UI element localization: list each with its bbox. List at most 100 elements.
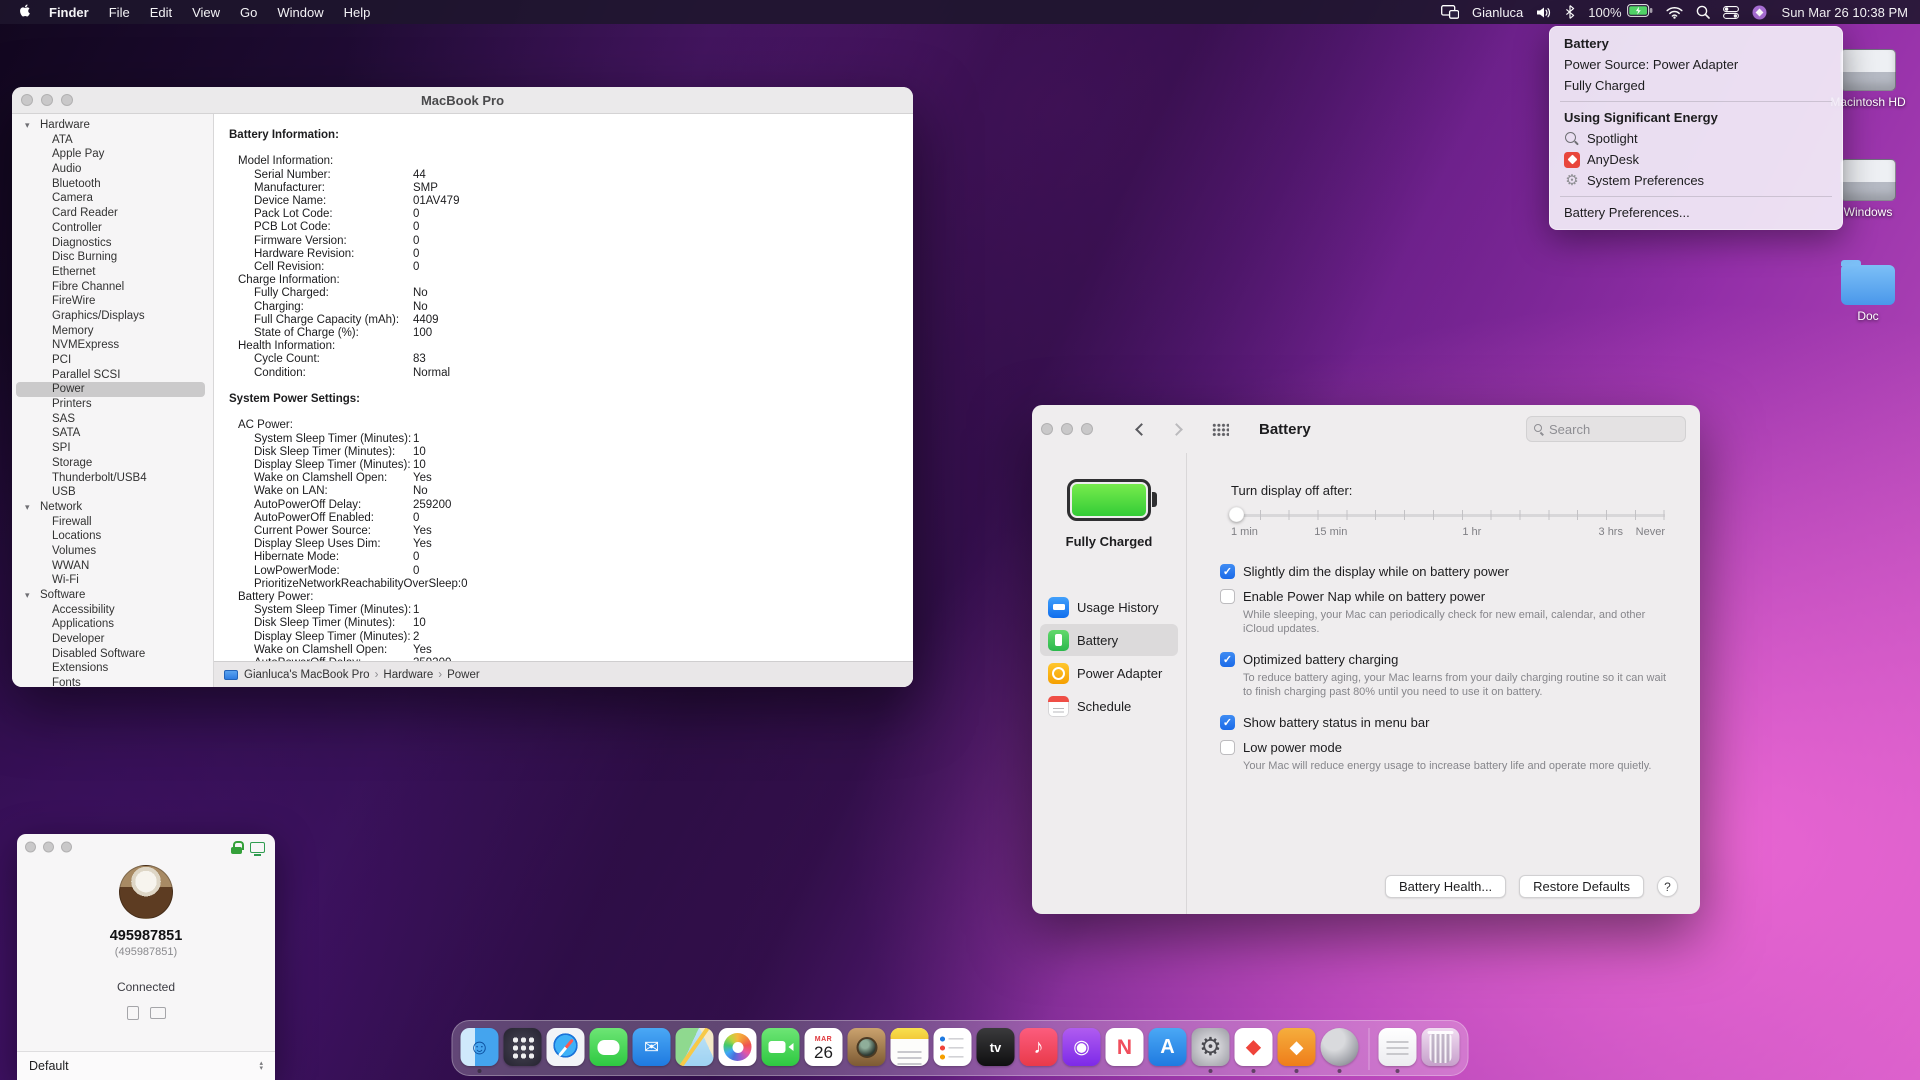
- remote-display-icon[interactable]: [250, 842, 265, 853]
- checkbox[interactable]: [1220, 740, 1235, 755]
- battery-preferences-item[interactable]: Battery Preferences...: [1550, 202, 1842, 223]
- dock-trash[interactable]: [1422, 1028, 1460, 1066]
- display-off-slider[interactable]: [1231, 510, 1665, 520]
- checkbox-dim-display[interactable]: Slightly dim the display while on batter…: [1220, 563, 1678, 580]
- dock-messages[interactable]: [590, 1028, 628, 1066]
- menu-finder[interactable]: Finder: [39, 0, 99, 24]
- checkbox[interactable]: [1220, 652, 1235, 667]
- anydesk-menu-icon[interactable]: [1752, 5, 1767, 20]
- bluetooth-icon[interactable]: [1565, 5, 1575, 19]
- fast-user-switching-label[interactable]: Gianluca: [1472, 5, 1523, 20]
- desktop-icon-doc[interactable]: Doc: [1830, 261, 1906, 323]
- sidebar-item[interactable]: NVMExpress: [12, 338, 213, 353]
- sidebar-item-battery[interactable]: Battery: [1040, 624, 1178, 656]
- sidebar-item[interactable]: Thunderbolt/USB4: [12, 471, 213, 486]
- help-button[interactable]: ?: [1657, 876, 1678, 897]
- energy-app-system-preferences[interactable]: System Preferences: [1550, 170, 1842, 191]
- close-button[interactable]: [1041, 423, 1053, 435]
- menu-bar-clock[interactable]: Sun Mar 26 10:38 PM: [1780, 5, 1908, 20]
- slider-thumb[interactable]: [1229, 507, 1244, 522]
- sidebar-item[interactable]: Volumes: [12, 544, 213, 559]
- secure-connection-icon[interactable]: [231, 841, 242, 854]
- control-center-icon[interactable]: [1723, 6, 1739, 19]
- dock-mail[interactable]: ✉: [633, 1028, 671, 1066]
- sidebar-item[interactable]: Disabled Software: [12, 647, 213, 662]
- sidebar-item[interactable]: Fibre Channel: [12, 280, 213, 295]
- sidebar-item[interactable]: Wi-Fi: [12, 573, 213, 588]
- apple-menu[interactable]: [16, 0, 39, 24]
- sidebar-item[interactable]: Accessibility: [12, 603, 213, 618]
- screen-mirroring-icon[interactable]: [1441, 5, 1459, 19]
- forward-button[interactable]: [1172, 423, 1184, 435]
- dock-gray-app[interactable]: [1321, 1028, 1359, 1066]
- sidebar-item[interactable]: Apple Pay: [12, 147, 213, 162]
- dock-launchpad[interactable]: [504, 1028, 542, 1066]
- sidebar-item[interactable]: Extensions: [12, 661, 213, 676]
- menu-window[interactable]: Window: [267, 0, 333, 24]
- checkbox[interactable]: [1220, 715, 1235, 730]
- search-field[interactable]: [1526, 416, 1686, 442]
- sidebar-item[interactable]: Power: [16, 382, 205, 397]
- dock-anydesk[interactable]: ◆: [1235, 1028, 1273, 1066]
- sidebar-item[interactable]: Graphics/Displays: [12, 309, 213, 324]
- dock-photo-booth[interactable]: [848, 1028, 886, 1066]
- sidebar-item[interactable]: Audio: [12, 162, 213, 177]
- minimize-button[interactable]: [1061, 423, 1073, 435]
- menu-view[interactable]: View: [182, 0, 230, 24]
- battery-health-button[interactable]: Battery Health...: [1385, 875, 1506, 898]
- window-titlebar[interactable]: [17, 834, 275, 860]
- dock-white-app[interactable]: [1379, 1028, 1417, 1066]
- sidebar-item[interactable]: Ethernet: [12, 265, 213, 280]
- dock-notes[interactable]: [891, 1028, 929, 1066]
- search-input[interactable]: [1549, 422, 1678, 437]
- sidebar-item[interactable]: Storage: [12, 456, 213, 471]
- zoom-button[interactable]: [61, 842, 72, 853]
- spotlight-icon[interactable]: [1696, 5, 1710, 19]
- dock-tv[interactable]: tv: [977, 1028, 1015, 1066]
- dock-finder[interactable]: ☺: [461, 1028, 499, 1066]
- profile-selector[interactable]: Default: [17, 1051, 275, 1080]
- checkbox-battery-status-menu-bar[interactable]: Show battery status in menu bar: [1220, 714, 1678, 731]
- sidebar-item[interactable]: ATA: [12, 133, 213, 148]
- energy-app-anydesk[interactable]: AnyDesk: [1550, 149, 1842, 170]
- sidebar-item[interactable]: Controller: [12, 221, 213, 236]
- sidebar-item[interactable]: Bluetooth: [12, 177, 213, 192]
- minimize-button[interactable]: [43, 842, 54, 853]
- dock-divider[interactable]: [1364, 1028, 1374, 1066]
- sidebar-item-schedule[interactable]: Schedule: [1040, 690, 1178, 722]
- sidebar-item[interactable]: SATA: [12, 426, 213, 441]
- file-transfer-icon[interactable]: [127, 1006, 139, 1020]
- checkbox-power-nap[interactable]: Enable Power Nap while on battery power …: [1220, 588, 1678, 643]
- battery-status-item[interactable]: 100%: [1588, 4, 1652, 20]
- restore-defaults-button[interactable]: Restore Defaults: [1519, 875, 1644, 898]
- energy-app-spotlight[interactable]: Spotlight: [1550, 128, 1842, 149]
- menu-help[interactable]: Help: [334, 0, 381, 24]
- sidebar-item-power-adapter[interactable]: Power Adapter: [1040, 657, 1178, 689]
- stepper-icon[interactable]: [259, 1061, 263, 1071]
- sidebar-item[interactable]: Parallel SCSI: [12, 368, 213, 383]
- dock-podcasts[interactable]: ◉: [1063, 1028, 1101, 1066]
- dock-system-preferences[interactable]: ⚙: [1192, 1028, 1230, 1066]
- zoom-button[interactable]: [1081, 423, 1093, 435]
- sidebar-item[interactable]: Camera: [12, 191, 213, 206]
- menu-go[interactable]: Go: [230, 0, 267, 24]
- sidebar-item[interactable]: Firewall: [12, 515, 213, 530]
- sidebar-item[interactable]: USB: [12, 485, 213, 500]
- dock-facetime[interactable]: [762, 1028, 800, 1066]
- sidebar-item[interactable]: Card Reader: [12, 206, 213, 221]
- show-all-grid-icon[interactable]: [1212, 423, 1229, 436]
- checkbox[interactable]: [1220, 564, 1235, 579]
- dock-safari[interactable]: [547, 1028, 585, 1066]
- dock-anydesk-alt[interactable]: ◆: [1278, 1028, 1316, 1066]
- minimize-button[interactable]: [41, 94, 53, 106]
- sidebar-item[interactable]: Printers: [12, 397, 213, 412]
- dock-reminders[interactable]: [934, 1028, 972, 1066]
- checkbox-low-power-mode[interactable]: Low power mode Your Mac will reduce ener…: [1220, 739, 1678, 780]
- sidebar-item[interactable]: Software: [12, 588, 213, 603]
- volume-icon[interactable]: [1536, 6, 1552, 19]
- dock-photos[interactable]: [719, 1028, 757, 1066]
- wifi-icon[interactable]: [1666, 6, 1683, 19]
- sidebar-item[interactable]: PCI: [12, 353, 213, 368]
- dock-music[interactable]: ♪: [1020, 1028, 1058, 1066]
- dock-maps[interactable]: [676, 1028, 714, 1066]
